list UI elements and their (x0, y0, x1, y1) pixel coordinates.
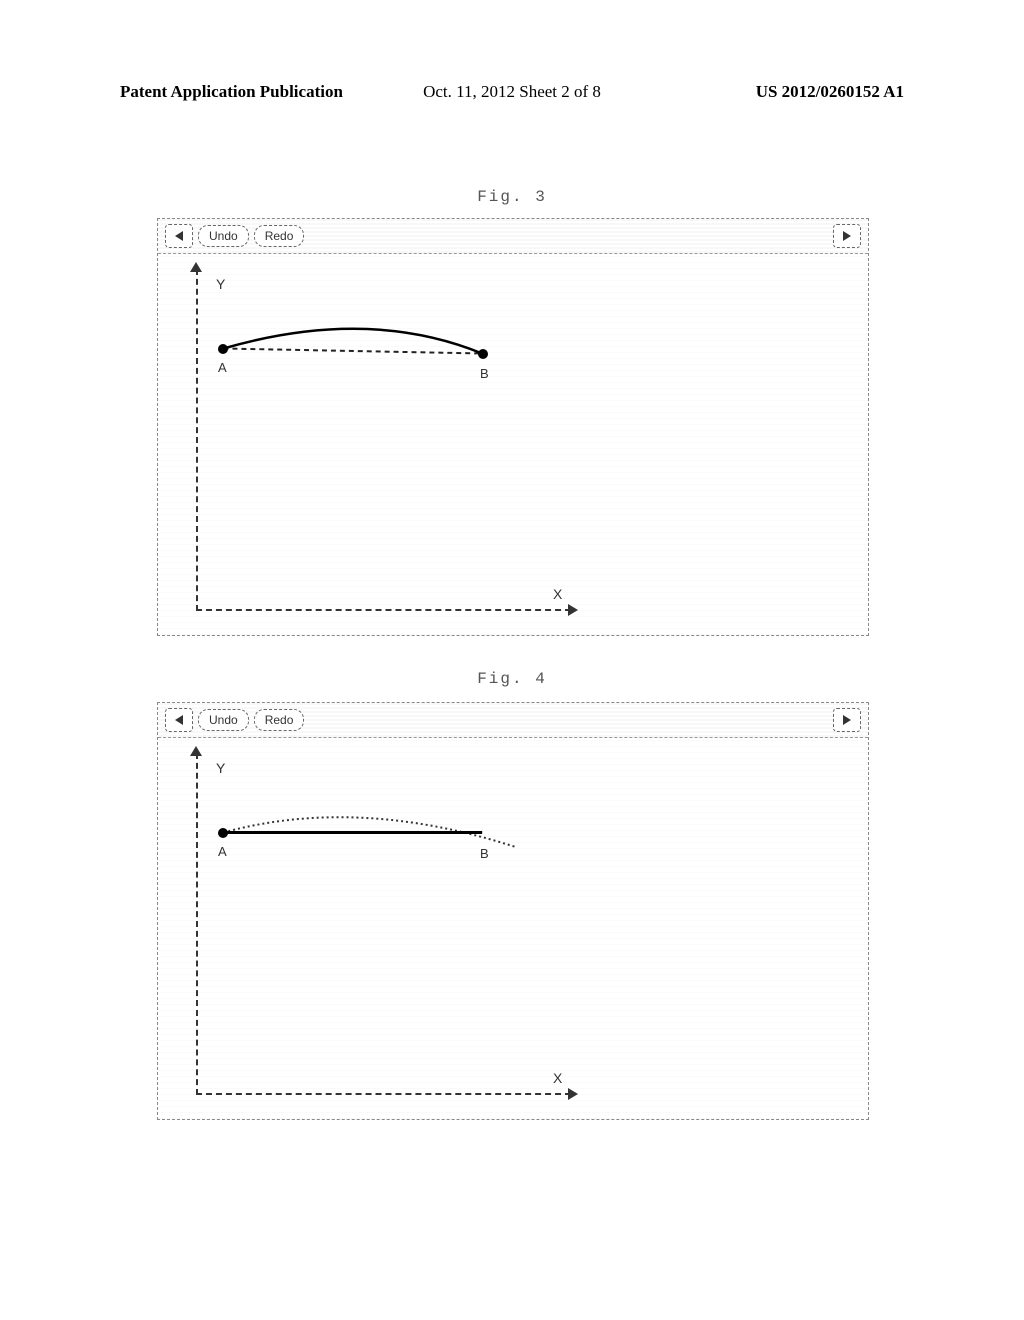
x-axis-label: X (553, 1070, 562, 1086)
figure-4-canvas: Y X A B (158, 738, 868, 1119)
header-publication-type: Patent Application Publication (120, 82, 343, 102)
x-axis-arrow-icon (568, 604, 578, 616)
x-axis (196, 609, 571, 611)
point-a (218, 828, 228, 838)
figure-4-panel: Undo Redo Y X A B (157, 702, 869, 1120)
back-button[interactable] (165, 708, 193, 732)
undo-button[interactable]: Undo (198, 709, 249, 731)
y-axis-arrow-icon (190, 262, 202, 272)
figure-4-curves (158, 738, 868, 1119)
y-axis (196, 269, 198, 611)
figure-3-canvas: Y X A B (158, 254, 868, 635)
triangle-right-icon (840, 229, 854, 243)
y-axis-label: Y (216, 276, 225, 292)
x-axis-arrow-icon (568, 1088, 578, 1100)
header-sheet-info: Oct. 11, 2012 Sheet 2 of 8 (423, 82, 601, 102)
triangle-right-icon (840, 713, 854, 727)
redo-button[interactable]: Redo (254, 709, 305, 731)
y-axis-label: Y (216, 760, 225, 776)
redo-button[interactable]: Redo (254, 225, 305, 247)
toolbar: Undo Redo (158, 219, 868, 254)
point-b-label: B (480, 846, 489, 861)
triangle-left-icon (172, 713, 186, 727)
page-header: Patent Application Publication Oct. 11, … (0, 82, 1024, 102)
x-axis-label: X (553, 586, 562, 602)
point-b-label: B (480, 366, 489, 381)
toolbar-left-group: Undo Redo (165, 708, 304, 732)
point-a-label: A (218, 844, 227, 859)
figure-4-label: Fig. 4 (477, 670, 547, 688)
toolbar: Undo Redo (158, 703, 868, 738)
figure-3-label: Fig. 3 (477, 188, 547, 206)
triangle-left-icon (172, 229, 186, 243)
forward-button[interactable] (833, 708, 861, 732)
header-publication-number: US 2012/0260152 A1 (756, 82, 904, 102)
x-axis (196, 1093, 571, 1095)
forward-button[interactable] (833, 224, 861, 248)
undo-button[interactable]: Undo (198, 225, 249, 247)
toolbar-left-group: Undo Redo (165, 224, 304, 248)
figure-3-panel: Undo Redo Y X A B (157, 218, 869, 636)
point-b (478, 349, 488, 359)
y-axis (196, 753, 198, 1095)
y-axis-arrow-icon (190, 746, 202, 756)
back-button[interactable] (165, 224, 193, 248)
figure-3-curves (158, 254, 868, 635)
point-a-label: A (218, 360, 227, 375)
point-a (218, 344, 228, 354)
